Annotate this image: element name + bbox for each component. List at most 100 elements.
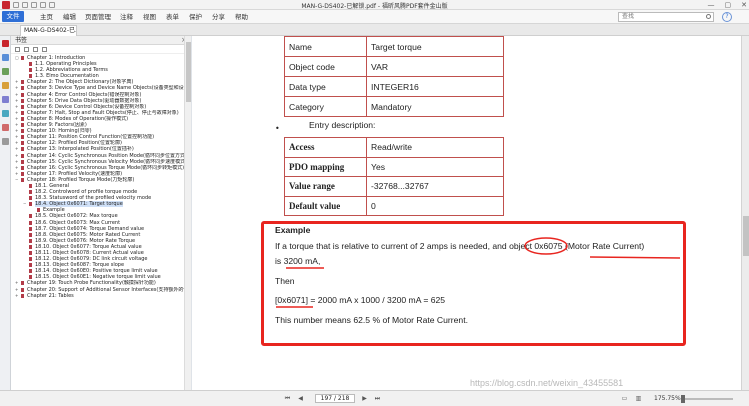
panel-scrollbar[interactable]	[184, 36, 191, 390]
bookmark-icon	[21, 80, 24, 85]
bookmark-icon	[29, 269, 32, 274]
bookmark-item[interactable]: + Chapter 21: Tables	[11, 293, 190, 299]
expand-toggle-icon[interactable]: +	[15, 86, 19, 90]
attachments-icon[interactable]	[2, 96, 9, 103]
menu-page-management[interactable]: 页面管理	[81, 10, 115, 24]
properties-icon[interactable]	[2, 138, 9, 145]
expand-toggle-icon[interactable]: +	[15, 171, 19, 176]
menu-form[interactable]: 表单	[161, 10, 184, 24]
table-cell: Data type	[284, 76, 367, 97]
table-cell: Value range	[284, 176, 367, 197]
expand-toggle-icon[interactable]: +	[15, 159, 19, 164]
expand-toggle-icon[interactable]: +	[15, 281, 19, 285]
maximize-button[interactable]: ▢	[725, 1, 732, 9]
bookmark-icon	[29, 68, 32, 73]
object-info-table: Name Target torque Object code VAR Data ty…	[284, 36, 504, 117]
expand-toggle-icon[interactable]: +	[15, 116, 19, 121]
table-row: Object code VAR	[284, 56, 504, 77]
title-bar: MAN-G-DS402-已解锁.pdf - 福昕风腾PDF套件金山版 — ▢ ✕	[0, 0, 749, 10]
page-thumbnails-icon[interactable]	[2, 54, 9, 61]
bookmark-icon	[29, 232, 32, 237]
search-icon[interactable]	[706, 14, 711, 19]
next-page-button[interactable]: ▶	[360, 394, 369, 403]
bookmark-icon	[21, 171, 24, 176]
bookmark-panel-icon[interactable]	[2, 40, 9, 47]
bookmark-icon	[29, 74, 32, 79]
last-page-button[interactable]: ⏭	[373, 394, 382, 403]
bookmark-icon	[21, 98, 24, 103]
expand-toggle-icon[interactable]: +	[15, 129, 19, 133]
continuous-view-icon[interactable]: ▥	[634, 394, 643, 403]
bookmark-label: Chapter 21: Tables	[27, 292, 74, 299]
document-scrollbar-thumb[interactable]	[743, 216, 749, 256]
single-page-view-icon[interactable]: ▭	[620, 394, 629, 403]
zoom-slider[interactable]	[681, 395, 733, 403]
expand-toggle-icon[interactable]: −	[15, 177, 19, 182]
expand-toggle-icon[interactable]: +	[15, 123, 19, 127]
bookmark-icon	[29, 251, 32, 255]
expand-toggle-icon[interactable]: +	[15, 104, 19, 109]
panel-header: 书签 ×	[11, 36, 190, 45]
table-cell: INTEGER16	[366, 76, 504, 97]
expand-toggle-icon[interactable]: +	[15, 80, 19, 84]
bookmark-icon	[21, 92, 24, 97]
expand-toggle-icon[interactable]: +	[15, 287, 19, 292]
comments-icon[interactable]	[2, 82, 9, 89]
bookmark-list: ▢ Chapter 1: Introduction 1.1. Operating P…	[11, 54, 190, 299]
bookmark-icon	[21, 293, 24, 298]
document-scrollbar[interactable]	[741, 36, 749, 390]
expand-toggle-icon[interactable]: −	[23, 202, 27, 206]
expand-toggle-icon[interactable]: +	[15, 135, 19, 139]
table-cell: Read/write	[366, 137, 504, 158]
bookmark-icon	[21, 116, 24, 121]
table-row: Value range -32768...32767	[284, 176, 504, 197]
table-cell: Object code	[284, 56, 367, 77]
search-input[interactable]: 查找	[618, 12, 714, 22]
expand-toggle-icon[interactable]: +	[15, 141, 19, 145]
prev-page-button[interactable]: ◀	[296, 394, 305, 403]
expand-all-icon[interactable]	[15, 46, 20, 52]
minimize-button[interactable]: —	[708, 1, 715, 9]
expand-toggle-icon[interactable]: +	[15, 293, 19, 298]
layers-icon[interactable]	[2, 68, 9, 75]
zoom-slider-knob[interactable]	[681, 395, 685, 403]
zoom-level[interactable]: 175.75%	[654, 395, 681, 402]
delete-bookmark-icon[interactable]	[42, 46, 47, 52]
page-number-field[interactable]: 197 / 218	[315, 394, 355, 403]
help-icon[interactable]: ?	[722, 12, 732, 22]
example-text-line: This number means 62.5 % of Motor Rate C…	[275, 315, 468, 325]
document-tab[interactable]: MAN-G-DS402-已...	[20, 25, 77, 36]
menu-home[interactable]: 主页	[35, 10, 58, 24]
menu-edit[interactable]: 编辑	[58, 10, 81, 24]
panel-scrollbar-thumb[interactable]	[186, 42, 191, 102]
add-bookmark-icon[interactable]	[33, 46, 38, 52]
example-text-line: Then	[275, 276, 295, 286]
collapse-all-icon[interactable]	[24, 46, 29, 52]
expand-toggle-icon[interactable]: +	[15, 165, 19, 170]
expand-toggle-icon[interactable]: +	[15, 147, 19, 151]
first-page-button[interactable]: ⏮	[283, 394, 292, 403]
menu-protect[interactable]: 保护	[184, 10, 207, 24]
expand-toggle-icon[interactable]: +	[15, 98, 19, 103]
menu-file[interactable]: 文件	[2, 11, 24, 22]
menu-help[interactable]: 帮助	[230, 10, 253, 24]
bookmark-icon	[21, 287, 24, 292]
signature-icon[interactable]	[2, 110, 9, 117]
close-button[interactable]: ✕	[741, 1, 747, 9]
bookmark-icon	[21, 129, 24, 134]
example-title: Example	[275, 225, 311, 235]
menu-share[interactable]: 分享	[207, 10, 230, 24]
bookmark-icon	[21, 135, 24, 140]
security-icon[interactable]	[2, 124, 9, 131]
menu-comment[interactable]: 注释	[115, 10, 138, 24]
expand-toggle-icon[interactable]: +	[15, 110, 19, 115]
bookmark-icon	[29, 220, 32, 225]
expand-toggle-icon[interactable]: +	[15, 153, 19, 158]
example-formula: [0x6071] = 2000 mA x 1000 / 3200 mA = 62…	[275, 295, 446, 305]
expand-toggle-icon[interactable]: +	[15, 92, 19, 97]
side-toolstrip	[0, 36, 11, 406]
menu-view[interactable]: 视图	[138, 10, 161, 24]
expand-toggle-icon[interactable]: ▢	[15, 56, 19, 60]
table-cell: VAR	[366, 56, 504, 77]
panel-toolbar	[11, 45, 190, 54]
